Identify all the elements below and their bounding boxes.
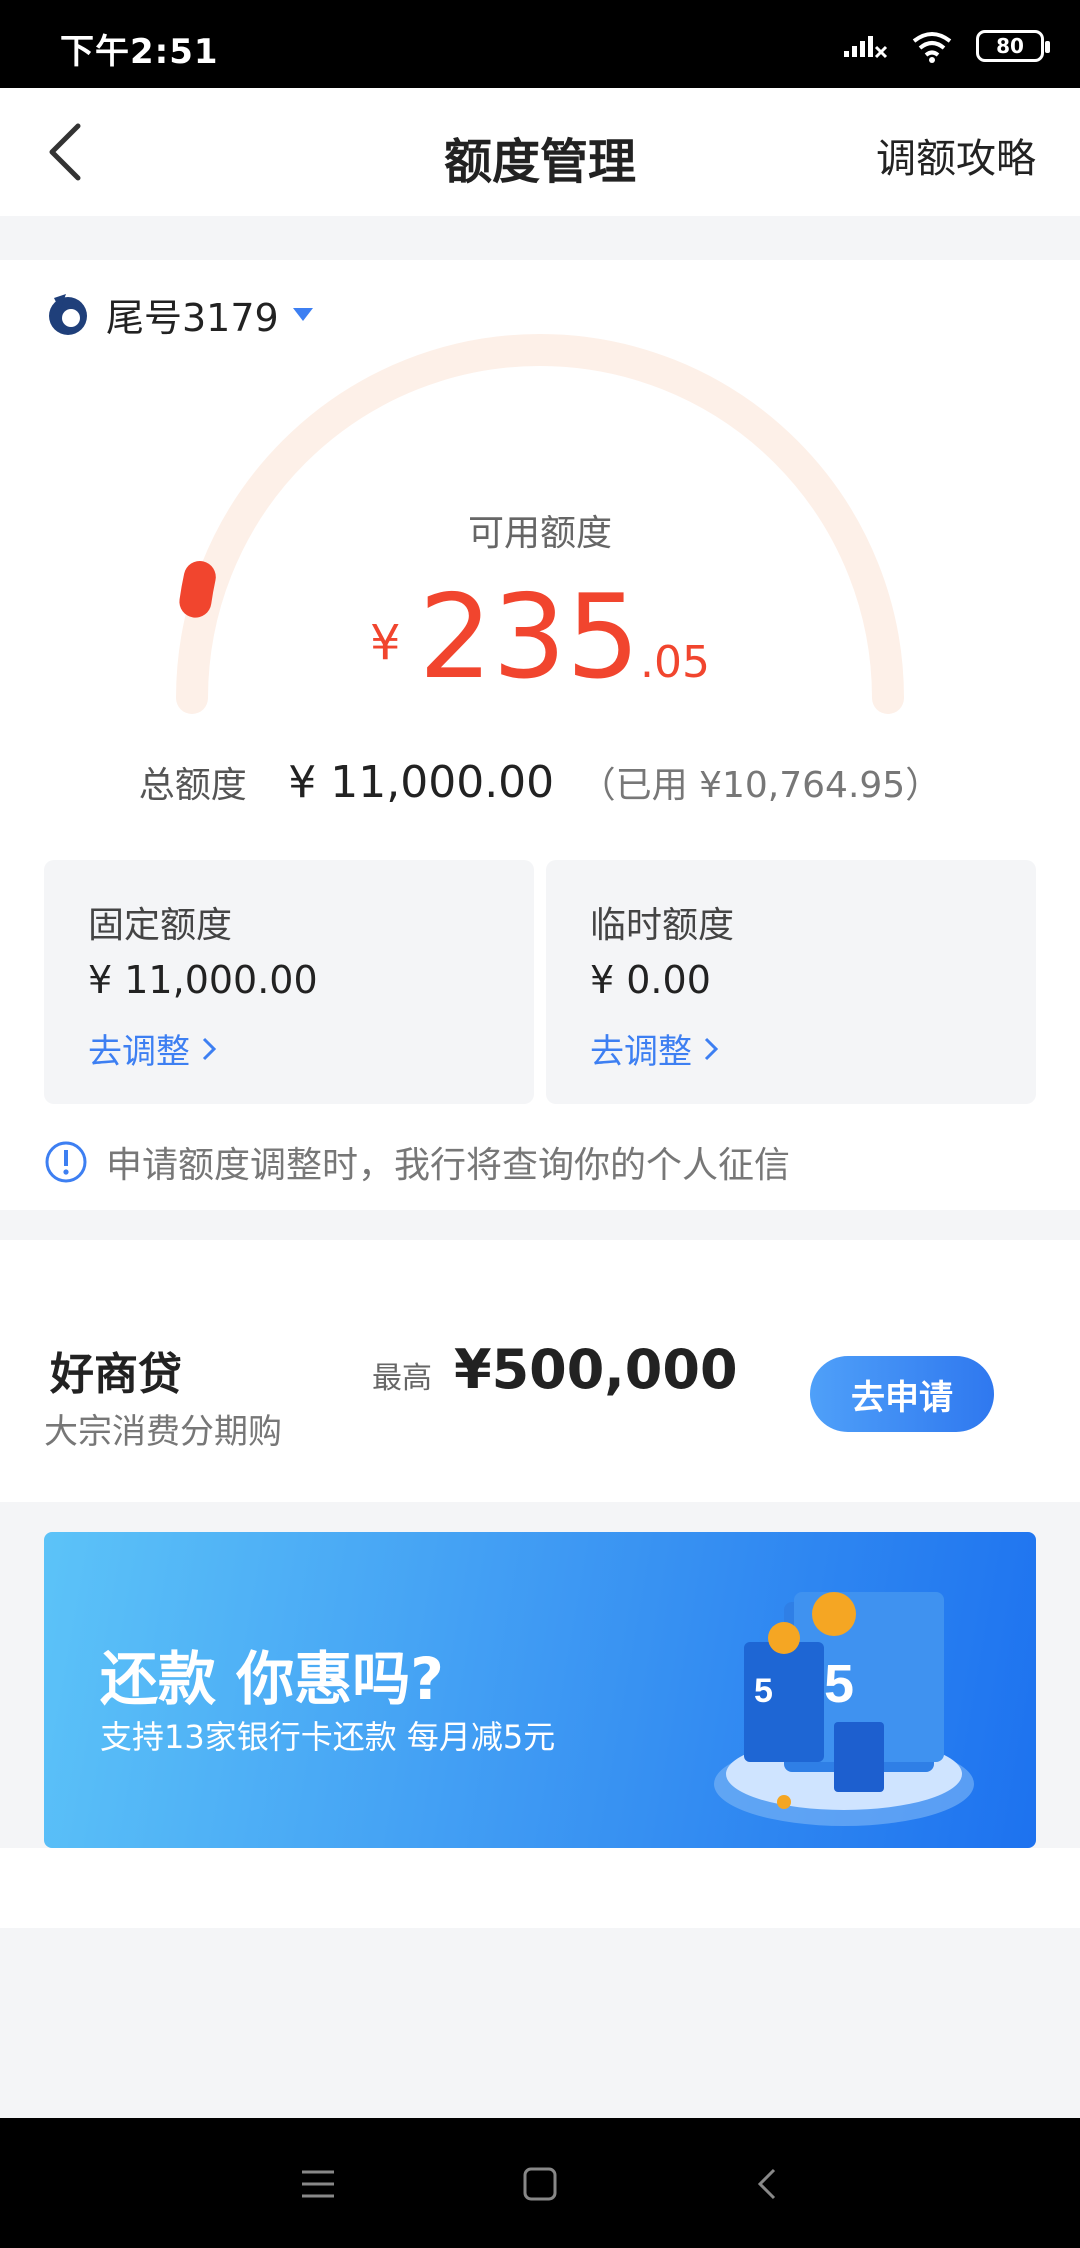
loan-subtitle: 大宗消费分期购	[44, 1412, 282, 1452]
status-bar: 下午2:51 80	[0, 0, 1080, 88]
fixed-quota-amount: ¥ 11,000.00	[88, 958, 318, 1002]
status-icons: 80	[842, 26, 1050, 66]
nav-bar: 额度管理 调额攻略	[0, 88, 1080, 216]
fixed-quota-title: 固定额度	[88, 905, 233, 946]
temp-quota-adjust-label: 去调整	[590, 1032, 692, 1072]
bottom-spacer	[0, 1848, 1080, 1928]
loan-max: 最高 ¥500,000	[372, 1338, 738, 1401]
info-icon	[45, 1141, 87, 1183]
loan-title: 好商贷	[50, 1349, 182, 1400]
temp-quota-amount: ¥ 0.00	[590, 958, 711, 1002]
credit-notice: 申请额度调整时，我行将查询你的个人征信	[44, 1136, 790, 1188]
card-tail-number: 尾号3179	[106, 295, 279, 340]
home-icon[interactable]	[518, 2162, 562, 2206]
fixed-quota-adjust-link[interactable]: 去调整	[88, 1024, 218, 1073]
repayment-banner[interactable]: 还款 你惠吗? 支持13家银行卡还款 每月减5元 5 5	[44, 1532, 1036, 1848]
available-decimal: .05	[639, 637, 710, 688]
available-amount: ¥235.05	[0, 570, 1080, 705]
svg-text:5: 5	[824, 1654, 854, 1714]
wifi-icon	[912, 32, 952, 63]
menu-icon[interactable]	[296, 2162, 340, 2206]
total-label: 总额度	[138, 765, 247, 806]
signal-icon	[844, 36, 888, 59]
loan-promo-card: 好商贷 大宗消费分期购 最高 ¥500,000 去申请	[0, 1240, 1080, 1502]
loan-max-amount: ¥500,000	[454, 1338, 738, 1401]
coupon-illustration-icon: 5 5	[714, 1592, 974, 1826]
quota-card: 尾号3179 可用额度 ¥235.05 总额度 ¥ 11,000.00 （已用 …	[0, 260, 1080, 1210]
battery-icon: 80	[976, 30, 1050, 62]
available-currency: ¥	[370, 615, 401, 671]
total-amount: ¥ 11,000.00	[288, 757, 555, 808]
battery-level: 80	[996, 34, 1024, 58]
available-integer: 235	[418, 570, 640, 705]
system-nav-bar	[0, 2118, 1080, 2248]
back-icon[interactable]	[746, 2162, 790, 2206]
loan-max-label: 最高	[372, 1361, 432, 1396]
temp-quota-adjust-link[interactable]: 去调整	[590, 1024, 720, 1073]
temp-quota-card: 临时额度 ¥ 0.00 去调整	[546, 860, 1036, 1104]
used-amount: （已用 ¥10,764.95）	[579, 765, 942, 806]
caret-down-icon	[292, 307, 313, 321]
apply-button[interactable]: 去申请	[810, 1356, 994, 1432]
temp-quota-title: 临时额度	[590, 905, 735, 946]
chevron-right-icon	[704, 1037, 719, 1060]
credit-notice-text: 申请额度调整时，我行将查询你的个人征信	[106, 1145, 791, 1186]
banner-title: 还款 你惠吗?	[100, 1645, 444, 1713]
banner-subtitle: 支持13家银行卡还款 每月减5元	[100, 1718, 556, 1756]
status-time: 下午2:51	[60, 32, 219, 72]
card-selector[interactable]: 尾号3179	[44, 286, 313, 342]
fixed-quota-card: 固定额度 ¥ 11,000.00 去调整	[44, 860, 534, 1104]
bank-logo-icon	[49, 294, 87, 335]
chevron-right-icon	[202, 1037, 217, 1060]
available-label: 可用额度	[467, 513, 612, 554]
quota-strategy-link[interactable]: 调额攻略	[876, 126, 1036, 184]
fixed-quota-adjust-label: 去调整	[88, 1032, 190, 1072]
total-line: 总额度 ¥ 11,000.00 （已用 ¥10,764.95）	[0, 756, 1080, 808]
svg-text:5: 5	[754, 1672, 773, 1710]
